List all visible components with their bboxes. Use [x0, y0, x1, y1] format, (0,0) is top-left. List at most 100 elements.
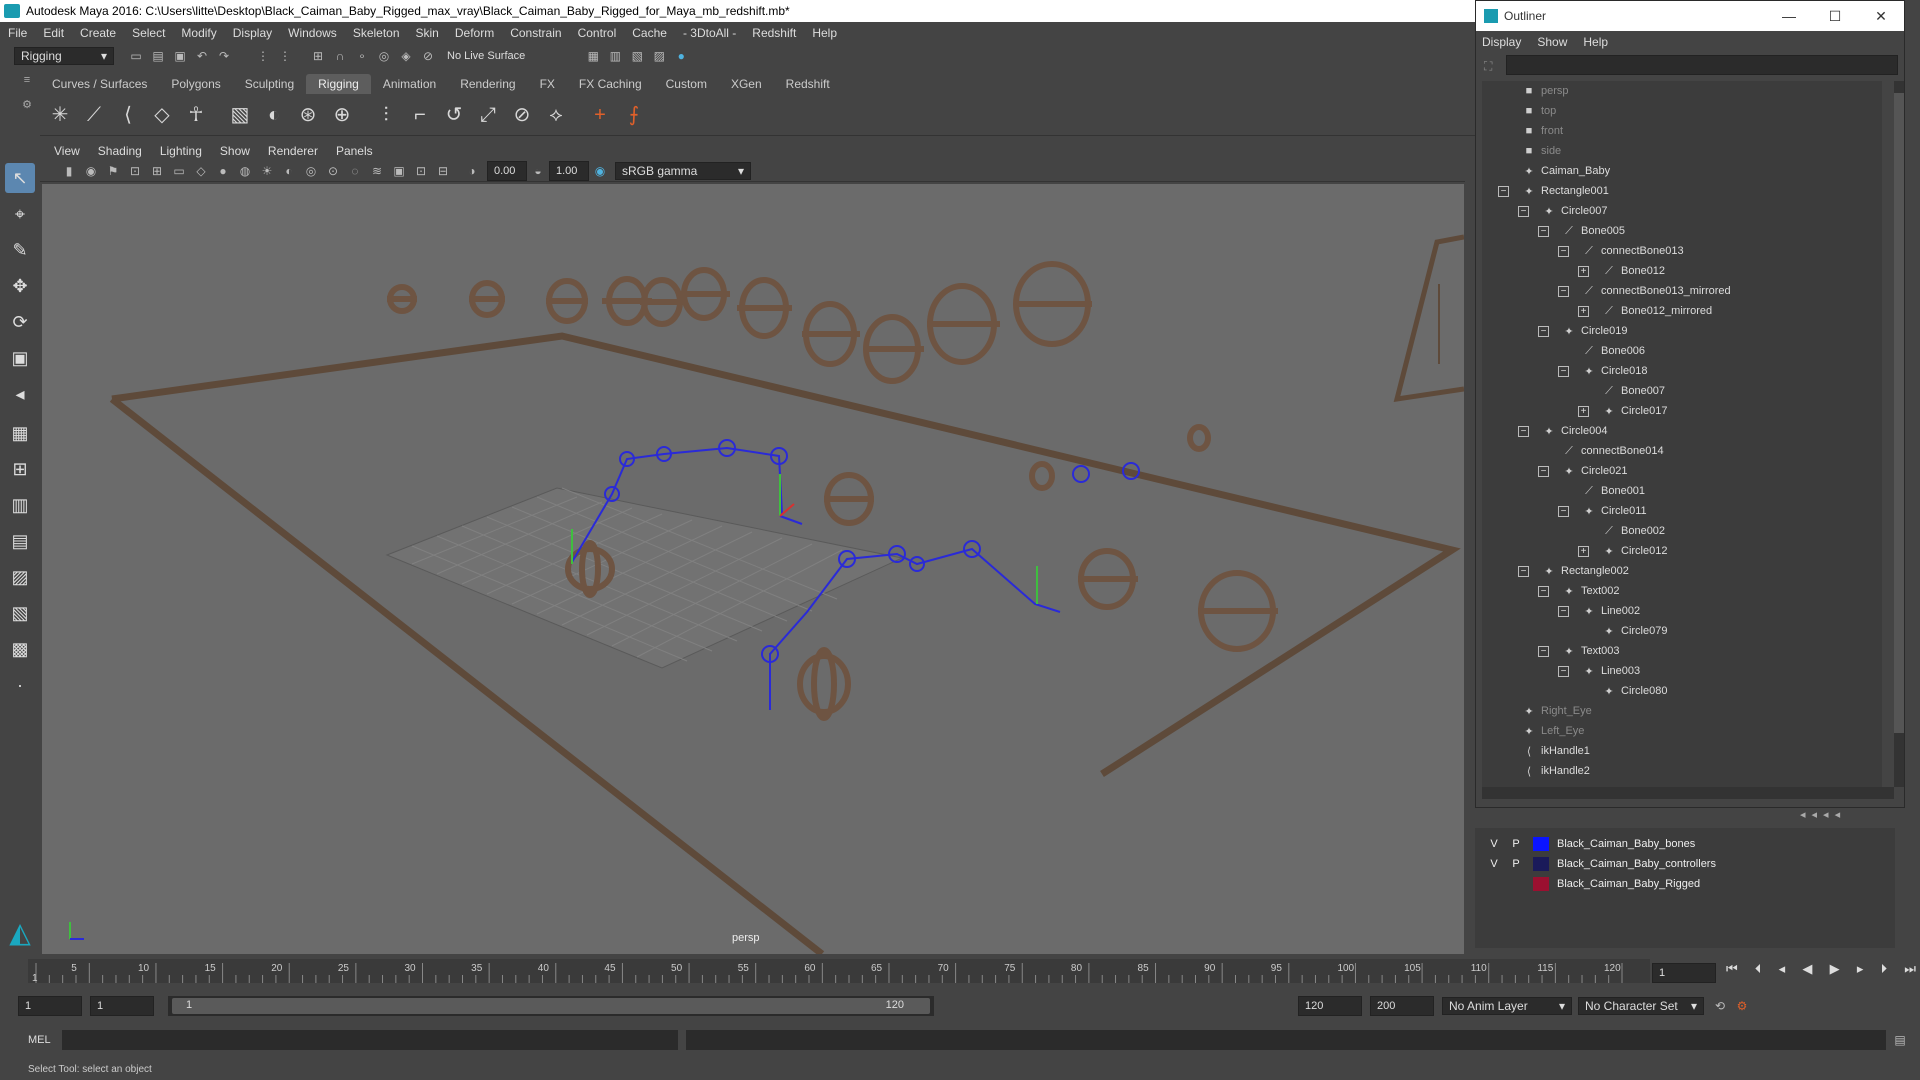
collapse-icon[interactable]: − [1558, 605, 1569, 617]
collapse-icon[interactable]: − [1558, 665, 1569, 677]
snap-curve-icon[interactable]: ∩ [332, 48, 348, 64]
outliner-item[interactable]: − ✦ Circle007 [1482, 201, 1882, 221]
outliner-menu-display[interactable]: Display [1482, 35, 1521, 49]
menu-file[interactable]: File [8, 26, 27, 40]
smooth-shade-icon[interactable]: ● [215, 163, 231, 179]
layer-row[interactable]: Black_Caiman_Baby_Rigged [1483, 874, 1700, 894]
outliner-item[interactable]: ⟋ Bone001 [1482, 481, 1882, 501]
render-settings-icon[interactable]: ▨ [651, 48, 667, 64]
mirror-joint-icon[interactable]: ◇ [148, 101, 176, 129]
create-joints-icon[interactable]: ✳ [46, 101, 74, 129]
anti-alias-icon[interactable]: ▣ [391, 163, 407, 179]
collapse-icon[interactable]: − [1558, 505, 1569, 517]
viewport-menu-shading[interactable]: Shading [98, 144, 142, 158]
menu-display[interactable]: Display [233, 26, 272, 40]
outliner-item[interactable]: ✦ Right_Eye [1482, 701, 1882, 721]
outliner-item[interactable]: − ✦ Circle004 [1482, 421, 1882, 441]
outliner-item[interactable]: ✦ Circle080 [1482, 681, 1882, 701]
outliner-item[interactable]: ⟋ connectBone014 [1482, 441, 1882, 461]
layer-color-swatch[interactable] [1533, 877, 1549, 891]
collapse-icon[interactable]: − [1538, 585, 1549, 597]
move-tool-icon[interactable]: ✥ [5, 271, 35, 301]
step-back-frame-icon[interactable]: ◂ [1779, 961, 1786, 981]
collapse-icon[interactable]: − [1498, 185, 1509, 197]
shelf-tab-sculpting[interactable]: Sculpting [233, 74, 306, 94]
lasso-tool-icon[interactable]: ⌖ [5, 199, 35, 229]
ipr-render-icon[interactable]: ▧ [629, 48, 645, 64]
shelf-tab-fx[interactable]: FX [528, 74, 567, 94]
end-frame-field[interactable]: 200 [1370, 996, 1434, 1016]
outliner-menu-help[interactable]: Help [1583, 35, 1608, 49]
outliner-item[interactable]: ■ top [1482, 101, 1882, 121]
graph-layout-icon[interactable]: ▨ [5, 562, 35, 592]
expand-icon[interactable]: + [1578, 405, 1589, 417]
menu-modify[interactable]: Modify [181, 26, 216, 40]
time-slider-track[interactable]: 1 5 10 15 20 25 30 35 40 45 50 55 60 65 70 75 80 85 90 95 10… [28, 959, 1650, 984]
orient-constraint-icon[interactable]: ↺ [440, 101, 468, 129]
wireframe-icon[interactable]: ◇ [193, 163, 209, 179]
playback-end-field[interactable]: 120 [1298, 996, 1362, 1016]
menu-skin[interactable]: Skin [416, 26, 439, 40]
menu-set-dropdown[interactable]: Rigging ▾ [14, 47, 114, 65]
save-scene-icon[interactable]: ▣ [172, 48, 188, 64]
outliner-scrollbar[interactable] [1894, 81, 1904, 787]
maximize-icon[interactable]: ☐ [1812, 8, 1858, 25]
outliner-layout-icon[interactable]: ▤ [5, 526, 35, 556]
exposure-field[interactable]: 0.00 [487, 160, 527, 181]
preferences-icon[interactable]: ⚙ [1734, 998, 1750, 1014]
outliner-menu-show[interactable]: Show [1537, 35, 1567, 49]
aim-constraint-icon[interactable]: ⌐ [406, 101, 434, 129]
ik-spline-icon[interactable]: ⟨ [114, 101, 142, 129]
outliner-item[interactable]: − ✦ Circle011 [1482, 501, 1882, 521]
custom-layout-icon[interactable]: · [5, 670, 35, 700]
pole-vector-icon[interactable]: ⟡ [542, 101, 570, 129]
render-view-icon[interactable]: ▦ [585, 48, 601, 64]
maya-home-icon[interactable]: ◭ [4, 916, 36, 948]
outliner-item[interactable]: ⟨ ikHandle2 [1482, 761, 1882, 781]
viewport-menu-lighting[interactable]: Lighting [160, 144, 202, 158]
expand-icon[interactable]: + [1578, 545, 1589, 557]
rotate-tool-icon[interactable]: ⟳ [5, 307, 35, 337]
layer-row[interactable]: V P Black_Caiman_Baby_bones [1483, 834, 1695, 854]
start-frame-field[interactable]: 1 [18, 996, 82, 1016]
menu-help[interactable]: Help [812, 26, 837, 40]
snap-surface-icon[interactable]: ◈ [398, 48, 414, 64]
collapse-icon[interactable]: − [1538, 325, 1549, 337]
menu-constrain[interactable]: Constrain [510, 26, 561, 40]
bind-skin-icon[interactable]: ▧ [226, 101, 254, 129]
layer-visibility-toggle[interactable]: V [1483, 838, 1505, 850]
humanik-icon[interactable]: ☥ [182, 101, 210, 129]
outliner-item[interactable]: − ✦ Rectangle001 [1482, 181, 1882, 201]
time-slider[interactable]: 1 5 10 15 20 25 30 35 40 45 50 55 60 65 70 75 80 85 90 95 10… [0, 955, 1920, 987]
expand-icon[interactable]: + [1578, 265, 1589, 277]
redo-icon[interactable]: ↷ [216, 48, 232, 64]
shelf-tab-rendering[interactable]: Rendering [448, 74, 527, 94]
collapse-icon[interactable]: − [1518, 205, 1529, 217]
select-hierarchy-icon[interactable]: ⋮ [255, 48, 271, 64]
parent-constraint-icon[interactable]: ⊘ [508, 101, 536, 129]
play-forward-icon[interactable]: ▶ [1830, 961, 1840, 981]
hypershade-icon[interactable]: ● [673, 48, 689, 64]
select-object-icon[interactable]: ⋮ [277, 48, 293, 64]
shadows-icon[interactable]: ◐ [281, 163, 297, 179]
viewport-menu-show[interactable]: Show [220, 144, 250, 158]
outliner-item[interactable]: ✦ Circle079 [1482, 621, 1882, 641]
point-constraint-icon[interactable]: ⫶ [372, 101, 400, 129]
range-bar[interactable]: 1 120 [168, 996, 934, 1016]
side-by-side-icon[interactable]: ▥ [5, 490, 35, 520]
motion-blur-icon[interactable]: ≋ [369, 163, 385, 179]
lattice-icon[interactable]: ⊛ [294, 101, 322, 129]
gamma-field[interactable]: 1.00 [549, 160, 589, 181]
menu-windows[interactable]: Windows [288, 26, 337, 40]
bookmark-icon[interactable]: ⚑ [105, 163, 121, 179]
menu-cache[interactable]: Cache [632, 26, 667, 40]
locator-icon[interactable]: + [586, 101, 614, 129]
menu-deform[interactable]: Deform [455, 26, 494, 40]
gate-mask-icon[interactable]: ⊡ [413, 163, 429, 179]
collapse-icon[interactable]: − [1538, 645, 1549, 657]
outliner-item[interactable]: − ✦ Rectangle002 [1482, 561, 1882, 581]
viewport-menu-renderer[interactable]: Renderer [268, 144, 318, 158]
close-icon[interactable]: ✕ [1858, 8, 1904, 25]
layer-color-swatch[interactable] [1533, 857, 1549, 871]
new-scene-icon[interactable]: ▭ [128, 48, 144, 64]
